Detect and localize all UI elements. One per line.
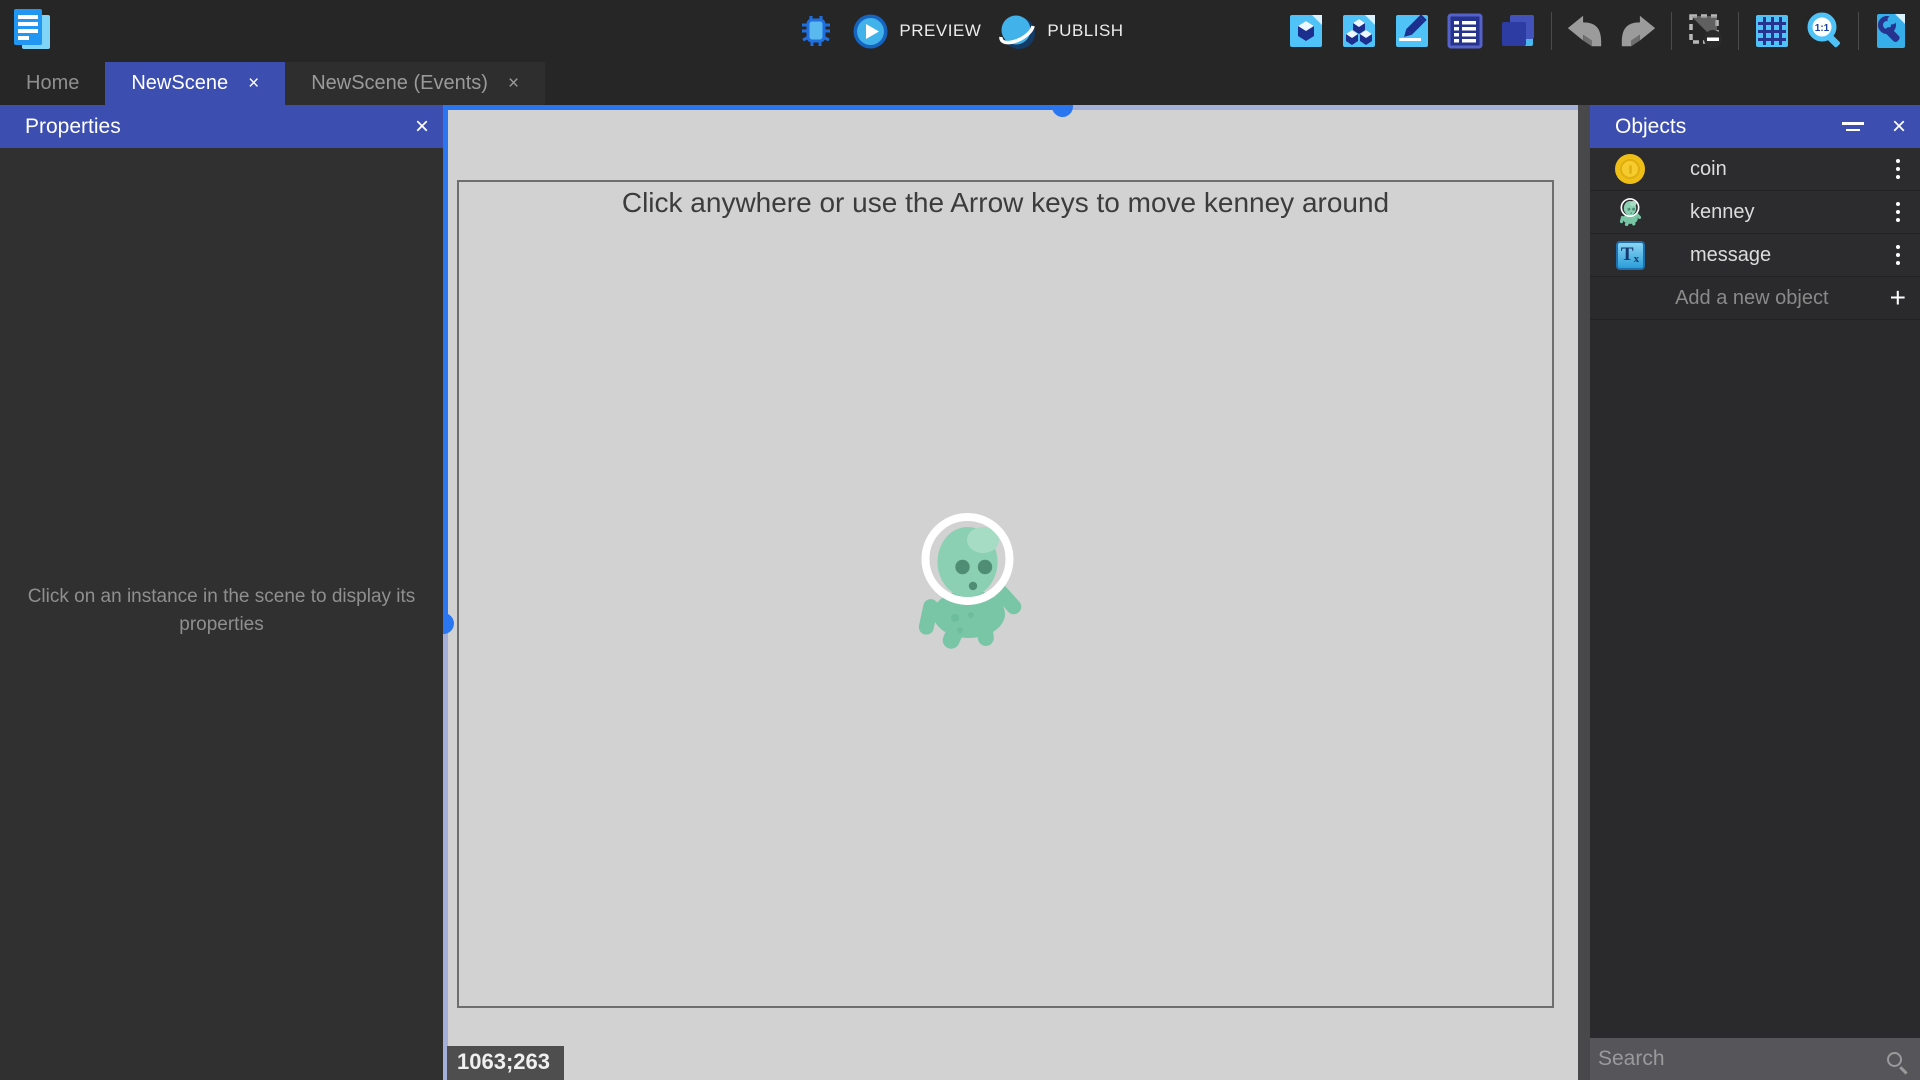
publish-globe-icon (997, 11, 1037, 51)
zoom-reset-button[interactable]: 1:1 (1805, 11, 1845, 51)
panel-splitter[interactable] (1578, 105, 1590, 1080)
gdevelop-window: PREVIEW PUBLISH (0, 0, 1920, 1080)
objects-panel-title: Objects (1615, 115, 1686, 139)
close-icon[interactable]: × (415, 115, 429, 139)
tab-home[interactable]: Home (0, 62, 105, 105)
tab-label: Home (26, 72, 79, 95)
object-row-coin[interactable]: coin (1590, 148, 1920, 191)
redo-arrow-icon (1618, 13, 1658, 49)
kenney-instance[interactable] (905, 503, 1030, 658)
tab-label: NewScene (Events) (311, 72, 488, 95)
preview-button[interactable]: PREVIEW (852, 13, 981, 50)
add-object-button[interactable]: Add a new object + (1590, 277, 1920, 320)
svg-text:1:1: 1:1 (1815, 23, 1830, 34)
objects-editor-button[interactable] (1286, 11, 1326, 51)
preview-label: PREVIEW (899, 21, 981, 41)
publish-button[interactable]: PUBLISH (997, 11, 1123, 51)
object-name: kenney (1690, 201, 1890, 224)
kebab-menu-icon[interactable] (1890, 153, 1906, 185)
edit-scene-button[interactable] (1392, 11, 1432, 51)
publish-label: PUBLISH (1047, 21, 1123, 41)
clear-selection-button[interactable] (1685, 11, 1725, 51)
vertical-scrollbar-fill (443, 105, 448, 623)
object-groups-icon (1340, 12, 1378, 50)
debugger-bug-icon (797, 12, 835, 50)
horizontal-scrollbar-fill (443, 105, 1063, 110)
grid-icon (1753, 12, 1791, 50)
top-toolbar: PREVIEW PUBLISH (0, 0, 1920, 62)
coin-object-icon (1614, 153, 1646, 185)
object-row-message[interactable]: Tx message (1590, 234, 1920, 277)
properties-list-icon (1446, 12, 1484, 50)
kenney-object-icon (1614, 196, 1646, 228)
main-area: Properties × Click on an instance in the… (0, 105, 1920, 1080)
object-name: coin (1690, 158, 1890, 181)
tab-newscene-events[interactable]: NewScene (Events) × (285, 62, 545, 105)
debugger-button[interactable] (796, 11, 836, 51)
objects-search-bar (1590, 1038, 1920, 1080)
wrench-icon (1873, 12, 1911, 50)
add-object-label: Add a new object (1614, 287, 1890, 310)
object-groups-button[interactable] (1339, 11, 1379, 51)
objects-panel-empty-space (1590, 320, 1920, 1038)
horizontal-scrollbar-thumb[interactable] (1052, 105, 1073, 117)
object-name: message (1690, 244, 1890, 267)
kebab-menu-icon[interactable] (1890, 239, 1906, 271)
properties-panel: Properties × Click on an instance in the… (0, 105, 443, 1080)
vertical-scrollbar[interactable] (443, 105, 448, 1080)
cursor-coordinates-badge: 1063;263 (447, 1046, 564, 1080)
editor-tab-bar: Home NewScene × NewScene (Events) × (0, 62, 1920, 105)
redo-button[interactable] (1618, 11, 1658, 51)
zoom-one-to-one-icon: 1:1 (1805, 11, 1845, 51)
tab-newscene[interactable]: NewScene × (105, 62, 285, 105)
close-icon[interactable]: × (508, 74, 519, 93)
plus-icon: + (1890, 284, 1906, 312)
preview-play-icon (852, 13, 889, 50)
toolbar-separator (1551, 12, 1552, 50)
tab-label: NewScene (131, 72, 228, 95)
undo-arrow-icon (1565, 13, 1605, 49)
objects-search-input[interactable] (1598, 1047, 1887, 1071)
text-object-icon: Tx (1614, 239, 1646, 271)
layers-icon (1499, 12, 1537, 50)
toolbar-separator (1671, 12, 1672, 50)
filter-icon[interactable] (1842, 122, 1864, 131)
object-row-kenney[interactable]: kenney (1590, 191, 1920, 234)
objects-panel: Objects × coin kenney (1590, 105, 1920, 1080)
scene-banner-text: Click anywhere or use the Arrow keys to … (459, 187, 1552, 219)
toolbar-separator (1738, 12, 1739, 50)
deselect-icon (1686, 12, 1724, 50)
objects-panel-header: Objects × (1590, 105, 1920, 148)
properties-panel-header: Properties × (0, 105, 443, 148)
scene-properties-button[interactable] (1445, 11, 1485, 51)
horizontal-scrollbar[interactable] (443, 105, 1578, 110)
properties-panel-title: Properties (25, 115, 121, 139)
vertical-scrollbar-thumb[interactable] (443, 613, 454, 634)
kebab-menu-icon[interactable] (1890, 196, 1906, 228)
properties-empty-message: Click on an instance in the scene to dis… (12, 583, 431, 638)
toggle-grid-button[interactable] (1752, 11, 1792, 51)
toolbar-separator (1858, 12, 1859, 50)
close-icon[interactable]: × (1892, 115, 1906, 139)
scene-settings-button[interactable] (1872, 11, 1912, 51)
scene-canvas[interactable]: Click anywhere or use the Arrow keys to … (443, 105, 1578, 1080)
object-cube-icon (1287, 12, 1325, 50)
undo-button[interactable] (1565, 11, 1605, 51)
search-icon[interactable] (1887, 1052, 1902, 1067)
layers-button[interactable] (1498, 11, 1538, 51)
edit-pencil-icon (1393, 12, 1431, 50)
toolbar-right-group: 1:1 (1286, 0, 1912, 62)
close-icon[interactable]: × (248, 74, 259, 93)
